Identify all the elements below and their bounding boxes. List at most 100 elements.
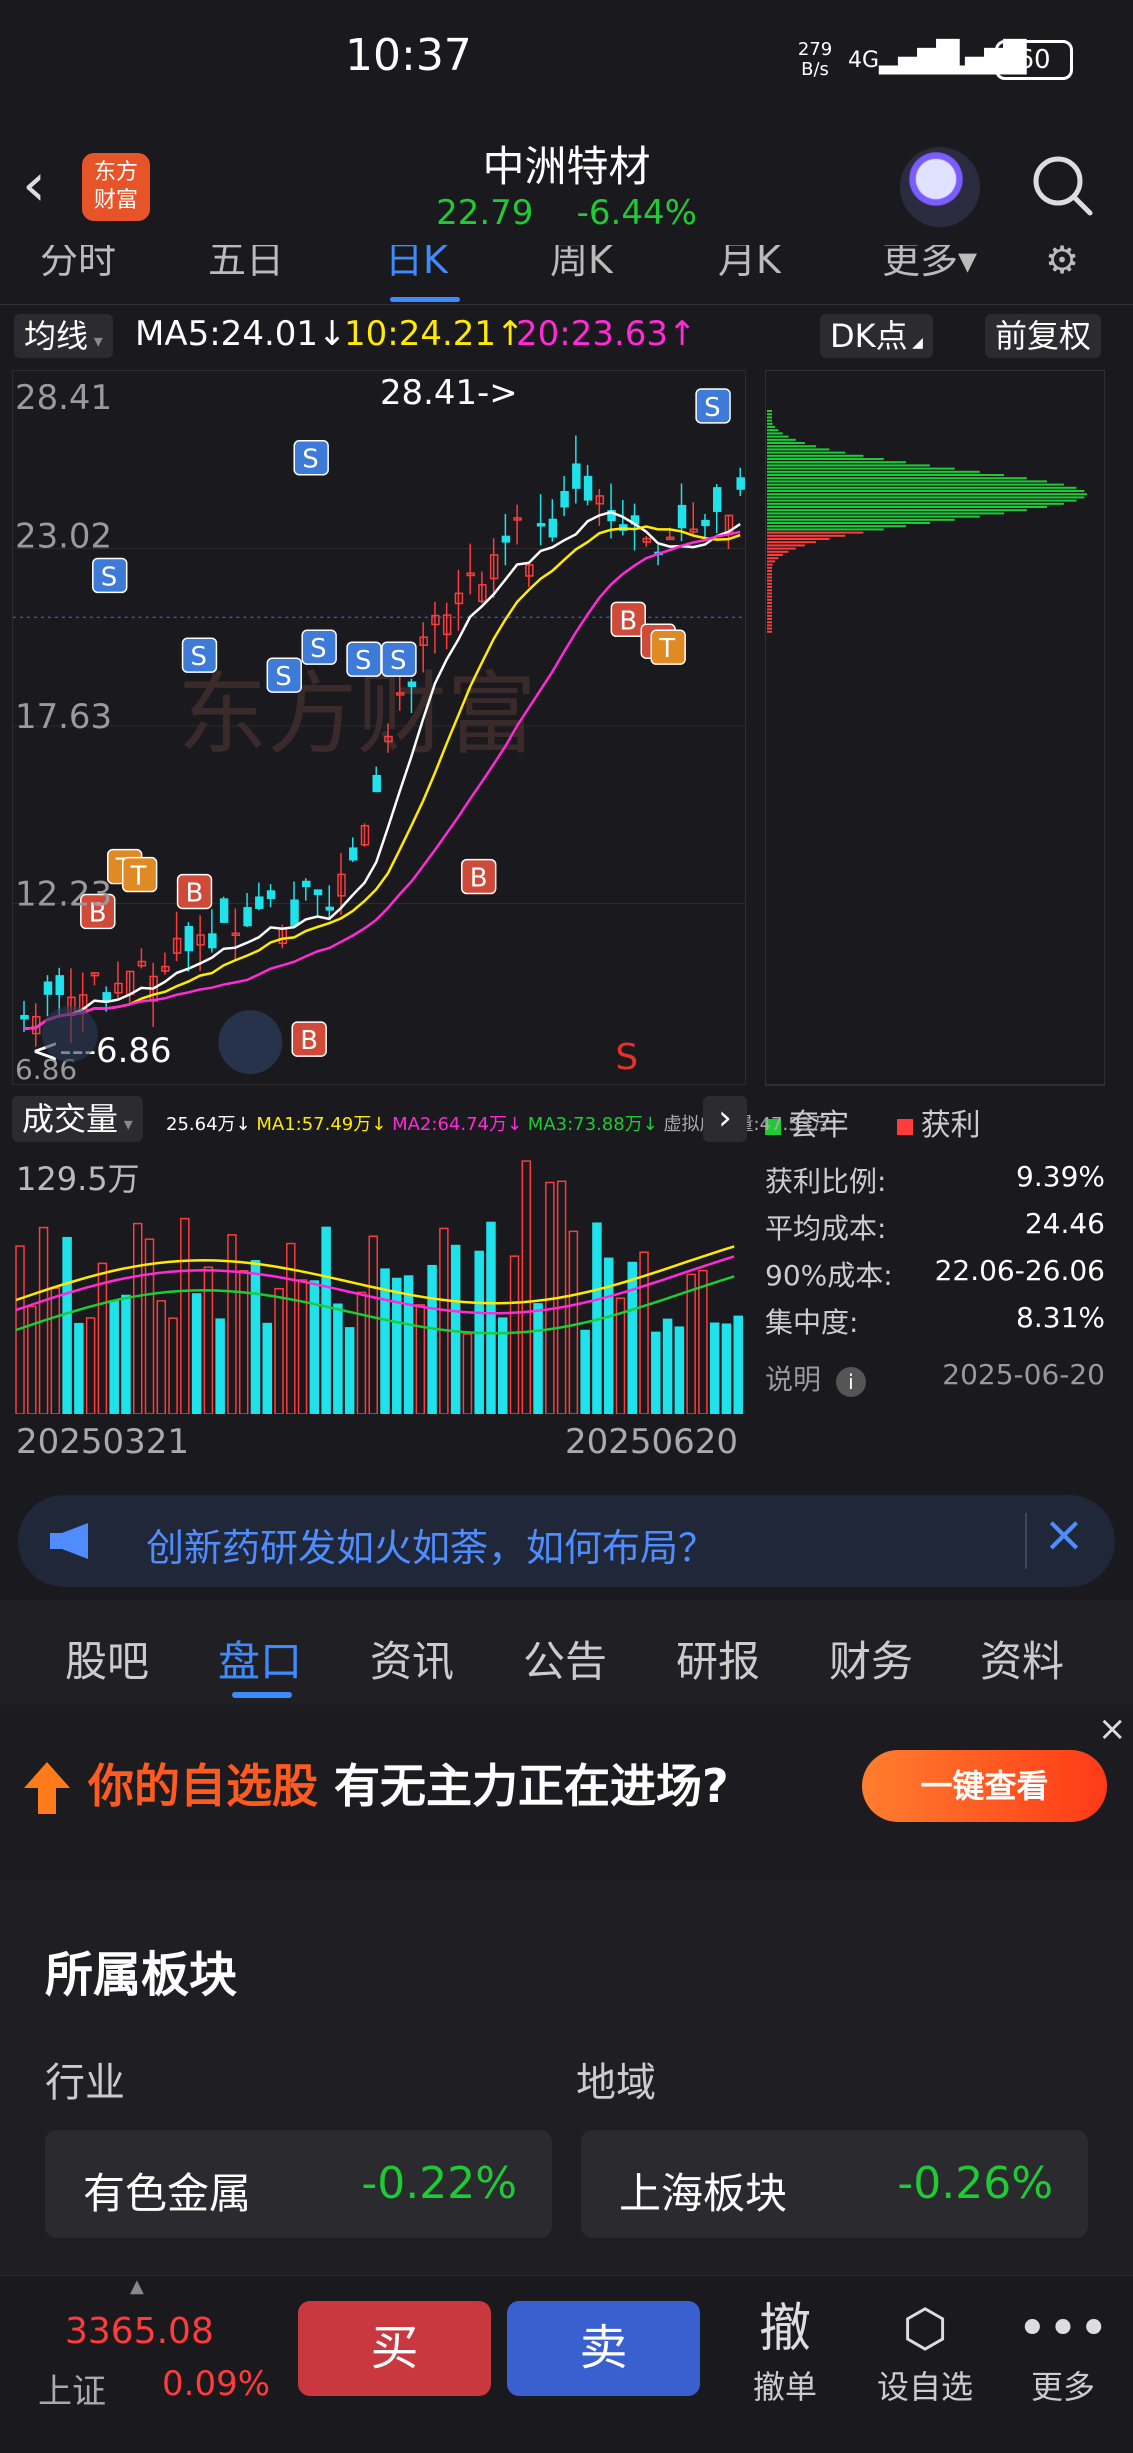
- volume-indicator-selector[interactable]: 成交量 ▾: [12, 1096, 143, 1142]
- close-icon[interactable]: ×: [1043, 1505, 1085, 1563]
- tab-more[interactable]: 更多▾: [882, 245, 977, 285]
- candle-body: [583, 475, 593, 501]
- chip-bar: [767, 598, 772, 601]
- tab-daily-k[interactable]: 日K: [385, 245, 448, 285]
- index-pct[interactable]: 0.09%: [162, 2364, 270, 2404]
- volume-bar: [121, 1294, 131, 1414]
- index-name[interactable]: 上证: [38, 2364, 106, 2413]
- news-banner[interactable]: 创新药研发如火如荼，如何布局？ ×: [18, 1495, 1115, 1587]
- expand-up-icon[interactable]: ▲: [130, 2276, 144, 2297]
- tab-market-depth[interactable]: 盘口: [218, 1628, 302, 1689]
- candle-body: [302, 880, 311, 888]
- tab-forum[interactable]: 股吧: [65, 1628, 149, 1689]
- candle-body: [43, 981, 53, 995]
- chip-stat-90-cost: 90%成本: 22.06-26.06: [765, 1254, 1105, 1292]
- search-icon[interactable]: [1030, 153, 1094, 217]
- volume-bar: [309, 1280, 320, 1414]
- volume-bar: [533, 1303, 543, 1414]
- up-arrow-icon: [24, 1762, 70, 1814]
- y-label-4: 12.23: [15, 875, 112, 914]
- tab-announcements[interactable]: 公告: [523, 1628, 607, 1689]
- more-button[interactable]: ••• 更多: [1008, 2296, 1118, 2408]
- expand-chevron-icon[interactable]: ›: [703, 1096, 747, 1142]
- chip-bar: [767, 522, 930, 524]
- robot-assistant-icon[interactable]: [900, 147, 980, 227]
- ma-selector[interactable]: 均线 ▾: [14, 314, 113, 358]
- chip-distribution-chart: [765, 370, 1105, 1086]
- region-card[interactable]: 上海板块 -0.26%: [581, 2130, 1088, 2238]
- chip-bar: [767, 442, 805, 444]
- index-value[interactable]: 3365.08: [65, 2311, 214, 2352]
- buy-button[interactable]: 买: [298, 2301, 491, 2396]
- volume-bar: [215, 1318, 225, 1414]
- industry-card[interactable]: 有色金属 -0.22%: [45, 2130, 552, 2238]
- tab-profile[interactable]: 资料: [980, 1628, 1064, 1689]
- tab-monthly-k[interactable]: 月K: [718, 245, 781, 285]
- volume-bar: [486, 1221, 496, 1414]
- add-watchlist-button[interactable]: ⬡ 设自选: [870, 2296, 980, 2408]
- chip-bar: [767, 563, 773, 566]
- tab-research[interactable]: 研报: [676, 1628, 760, 1689]
- chip-bar: [767, 496, 1085, 499]
- tab-intraday[interactable]: 分时: [40, 245, 116, 285]
- volume-bar: [168, 1317, 178, 1414]
- candle-body: [560, 491, 569, 508]
- chip-bar: [767, 480, 1048, 483]
- news-text: 创新药研发如火如荼，如何布局？: [146, 1526, 717, 1570]
- candle-body: [349, 847, 358, 861]
- dk-point-button[interactable]: DK点 ◢: [820, 314, 933, 358]
- ad-close-icon[interactable]: ×: [1098, 1709, 1127, 1749]
- zoom-out-icon[interactable]: [218, 1010, 283, 1075]
- trade-marker-label: T: [130, 862, 147, 892]
- trade-marker-label: B: [619, 606, 637, 636]
- chip-bar: [767, 560, 776, 563]
- chip-bar: [767, 438, 796, 441]
- bottom-bar: ▲ 3365.08 上证 0.09% 买 卖 撤 撤单 ⬡ 设自选 ••• 更多: [0, 2275, 1133, 2453]
- tab-five-day[interactable]: 五日: [208, 245, 284, 285]
- cancel-order-button[interactable]: 撤 撤单: [730, 2296, 840, 2408]
- candle-body: [572, 463, 581, 489]
- industry-label: 行业: [45, 2060, 125, 2106]
- tab-finance[interactable]: 财务: [829, 1628, 913, 1689]
- candle-body: [536, 523, 546, 527]
- volume-bar: [274, 1287, 284, 1414]
- volume-ma-line: [15, 1245, 735, 1305]
- chip-bar: [767, 451, 846, 454]
- candle-body: [548, 518, 558, 538]
- chip-bar: [767, 573, 772, 576]
- ad-view-button[interactable]: 一键查看: [862, 1750, 1107, 1822]
- promo-ad[interactable]: 你的自选股 有无主力正在进场? 一键查看 ×: [0, 1705, 1133, 1880]
- candle-body: [325, 906, 335, 911]
- adjust-price-button[interactable]: 前复权: [985, 314, 1102, 358]
- chip-bar: [767, 528, 884, 531]
- chip-bar: [767, 602, 772, 604]
- candle-body: [20, 1014, 29, 1020]
- sell-button[interactable]: 卖: [507, 2301, 700, 2396]
- chip-bar: [767, 605, 772, 608]
- stock-price: 22.79: [436, 193, 534, 233]
- region-name: 上海板块: [619, 2169, 788, 2218]
- industry-name: 有色金属: [83, 2169, 252, 2218]
- chip-bars: [767, 410, 1087, 633]
- trade-marker-label: S: [390, 646, 406, 676]
- volume-bar: [580, 1329, 590, 1414]
- chip-bar: [767, 454, 864, 457]
- clock: 10:37: [345, 30, 472, 81]
- trade-marker-label: T: [658, 634, 675, 664]
- trade-marker-label: S: [101, 562, 117, 592]
- chip-bar: [767, 547, 796, 550]
- chip-bar: [767, 413, 772, 416]
- zoom-in-icon[interactable]: [41, 1006, 98, 1063]
- info-icon[interactable]: i: [835, 1367, 866, 1397]
- volume-bar: [721, 1323, 732, 1414]
- trade-marker-label: B: [186, 879, 204, 909]
- tab-news[interactable]: 资讯: [370, 1628, 454, 1689]
- tab-weekly-k[interactable]: 周K: [550, 245, 613, 285]
- chip-note-label[interactable]: 说明: [765, 1363, 821, 1396]
- volume-bar: [85, 1317, 96, 1414]
- volume-bar: [615, 1297, 626, 1414]
- settings-gear-icon[interactable]: ⚙: [1045, 245, 1079, 285]
- region-label: 地域: [576, 2060, 656, 2106]
- kline-chart[interactable]: 东方财富 SSSSSSSSBBBBBBTTT 28.41 23.02 17.63…: [12, 370, 746, 1085]
- candle-body: [55, 975, 64, 996]
